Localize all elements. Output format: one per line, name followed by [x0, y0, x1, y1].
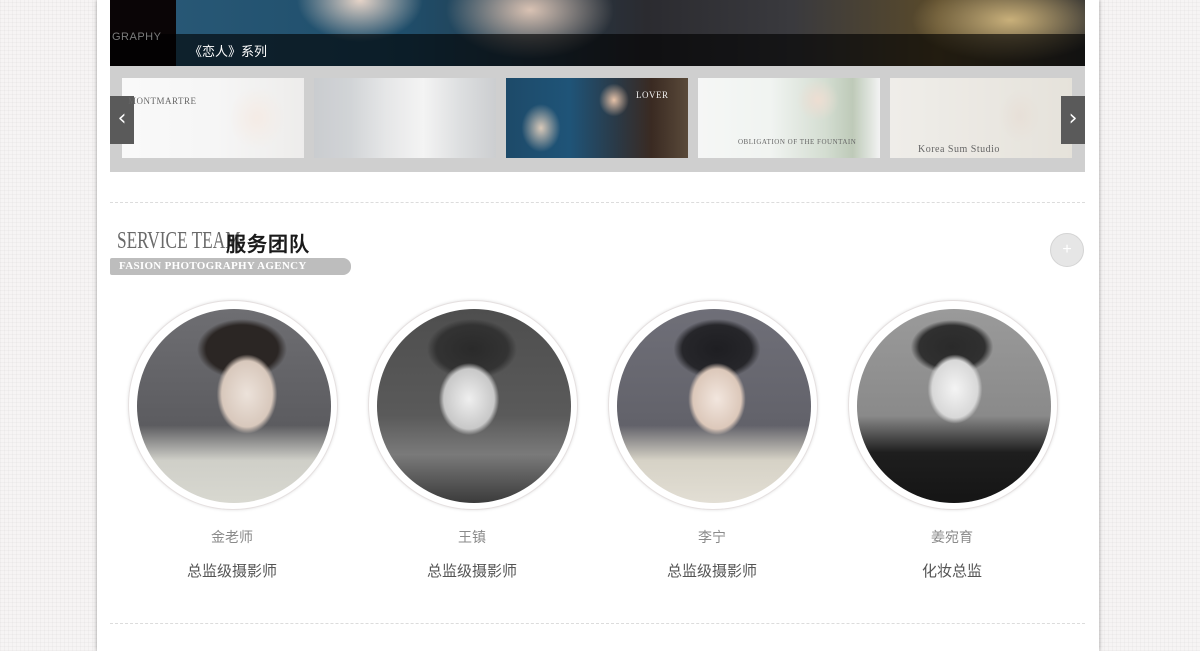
avatar[interactable]	[377, 309, 571, 503]
thumbnail-label: Korea Sum Studio	[918, 144, 1000, 155]
chevron-left-icon: ‹	[117, 106, 127, 131]
thumbnail-5[interactable]: Korea Sum Studio	[890, 78, 1072, 158]
member-name: 姜宛育	[931, 529, 973, 545]
thumbnail-strip: MONTMARTRE LOVER OBLIGATION OF THE FOUNT…	[110, 66, 1085, 172]
avatar-frame	[608, 300, 818, 510]
member-name: 李宁	[698, 529, 726, 545]
hero-slide[interactable]: GRAPHY 《恋人》系列	[110, 0, 1085, 66]
avatar[interactable]	[617, 309, 811, 503]
thumbnail-1[interactable]: MONTMARTRE	[122, 78, 304, 158]
section-subtitle-badge: FASION PHOTOGRAPHY AGENCY	[110, 258, 351, 275]
member-role: 总监级摄影师	[666, 563, 757, 580]
next-arrow-button[interactable]: ›	[1061, 96, 1085, 144]
chevron-right-icon: ›	[1068, 106, 1078, 131]
avatar-frame	[128, 300, 338, 510]
thumbnail-3-active[interactable]: LOVER	[506, 78, 688, 158]
hero-caption[interactable]: 《恋人》系列	[189, 41, 267, 60]
member-role: 总监级摄影师	[426, 563, 517, 580]
section-title-en: SERVICE TEAM	[117, 228, 241, 254]
thumbnail-label: MONTMARTRE	[128, 96, 197, 106]
content-panel: GRAPHY 《恋人》系列 MONTMARTRE LOVER OBLIGATIO…	[97, 0, 1099, 651]
divider-bottom	[110, 623, 1085, 624]
member-name: 金老师	[211, 529, 253, 545]
thumbnail-label: OBLIGATION OF THE FOUNTAIN	[738, 138, 857, 146]
avatar[interactable]	[137, 309, 331, 503]
more-button[interactable]: +	[1050, 233, 1084, 267]
member-role: 化妆总监	[921, 563, 982, 580]
member-name: 王镇	[458, 529, 486, 545]
avatar-frame	[848, 300, 1058, 510]
section-title-cn: 服务团队	[226, 232, 310, 256]
member-role: 总监级摄影师	[186, 563, 277, 580]
plus-icon: +	[1062, 241, 1072, 258]
avatar-frame	[368, 300, 578, 510]
thumbnail-label: LOVER	[636, 90, 669, 100]
hero-side-text: GRAPHY	[112, 31, 162, 43]
thumbnail-2[interactable]	[314, 78, 496, 158]
thumbnail-4[interactable]: OBLIGATION OF THE FOUNTAIN	[698, 78, 880, 158]
avatar[interactable]	[857, 309, 1051, 503]
divider-top	[110, 202, 1085, 203]
